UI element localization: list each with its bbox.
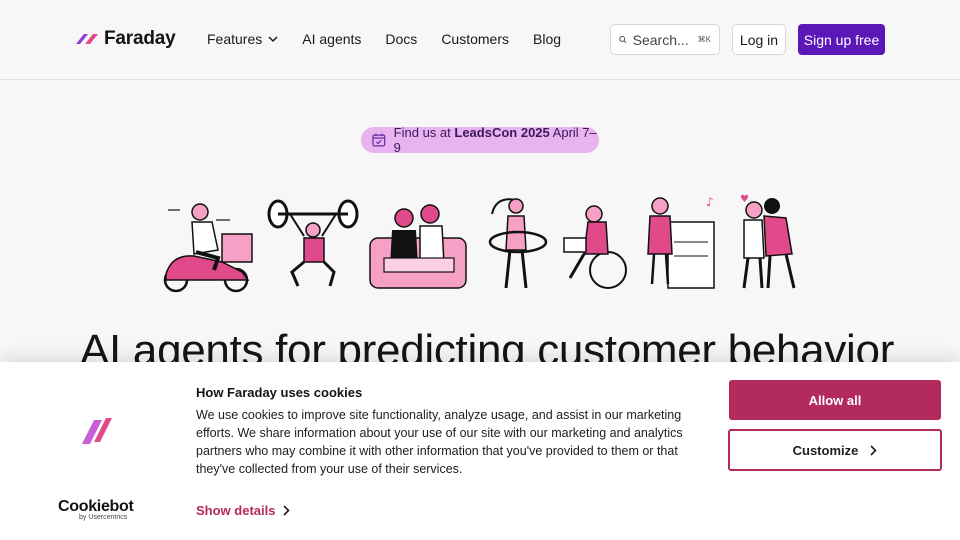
- nav-docs-label: Docs: [385, 31, 418, 47]
- search-placeholder: Search...: [632, 31, 689, 48]
- svg-text:♥: ♥: [740, 194, 749, 205]
- faraday-logo-icon: [76, 34, 98, 44]
- hula-hoop-illustration: [488, 198, 548, 289]
- nav-customers[interactable]: Customers: [441, 31, 509, 47]
- event-badge[interactable]: Find us at LeadsCon 2025 April 7–9: [361, 125, 599, 155]
- nav-blog-label: Blog: [533, 31, 562, 47]
- scooter-rider-illustration: [163, 203, 253, 293]
- nav-blog[interactable]: Blog: [533, 31, 561, 47]
- search-icon: [619, 36, 627, 44]
- nav-features[interactable]: Features: [207, 31, 278, 47]
- badge-text: Find us at LeadsCon 2025 April 7–9: [394, 125, 599, 155]
- show-details-label: Show details: [196, 503, 276, 518]
- faraday-logo-icon: [82, 418, 112, 444]
- customize-button[interactable]: Customize: [728, 429, 942, 471]
- customize-label: Customize: [792, 442, 859, 458]
- badge-prefix: Find us at: [393, 125, 451, 140]
- nav-features-label: Features: [207, 31, 263, 47]
- nav-customers-label: Customers: [441, 31, 509, 47]
- cookie-body: We use cookies to improve site functiona…: [196, 408, 683, 476]
- calendar-icon: [372, 133, 386, 147]
- brand-logo[interactable]: Faraday: [76, 28, 176, 50]
- chevron-down-icon: [268, 35, 278, 42]
- dancers-illustration: ♥: [740, 194, 796, 289]
- copier-illustration: ♪: [647, 195, 715, 289]
- wheelchair-user-illustration: [563, 205, 627, 289]
- badge-event: LeadsCon 2025: [454, 125, 550, 140]
- nav-docs[interactable]: Docs: [385, 31, 417, 47]
- show-details-link[interactable]: Show details: [196, 503, 291, 518]
- hero-illustrations: ♪ ♥: [163, 194, 796, 293]
- login-button[interactable]: Log in: [732, 24, 786, 55]
- couple-couch-illustration: [369, 204, 467, 289]
- main-nav: Features AI agents Docs Customers Blog: [207, 31, 585, 47]
- site-header: Faraday Features AI agents Docs Customer…: [0, 0, 960, 80]
- chevron-right-icon: [870, 444, 877, 456]
- cookiebot-sub: by Usercentrics: [79, 514, 128, 521]
- weightlifter-illustration: [267, 199, 359, 287]
- signup-button[interactable]: Sign up free: [798, 24, 885, 55]
- brand-name: Faraday: [104, 28, 176, 49]
- cookie-title: How Faraday uses cookies: [196, 385, 363, 400]
- search-button[interactable]: Search... ⌘K: [610, 24, 720, 55]
- nav-ai-agents[interactable]: AI agents: [302, 31, 361, 47]
- search-shortcut: ⌘K: [697, 35, 711, 44]
- svg-text:♪: ♪: [706, 195, 714, 209]
- chevron-right-icon: [283, 505, 291, 516]
- allow-all-button[interactable]: Allow all: [729, 380, 941, 420]
- nav-ai-agents-label: AI agents: [302, 31, 362, 47]
